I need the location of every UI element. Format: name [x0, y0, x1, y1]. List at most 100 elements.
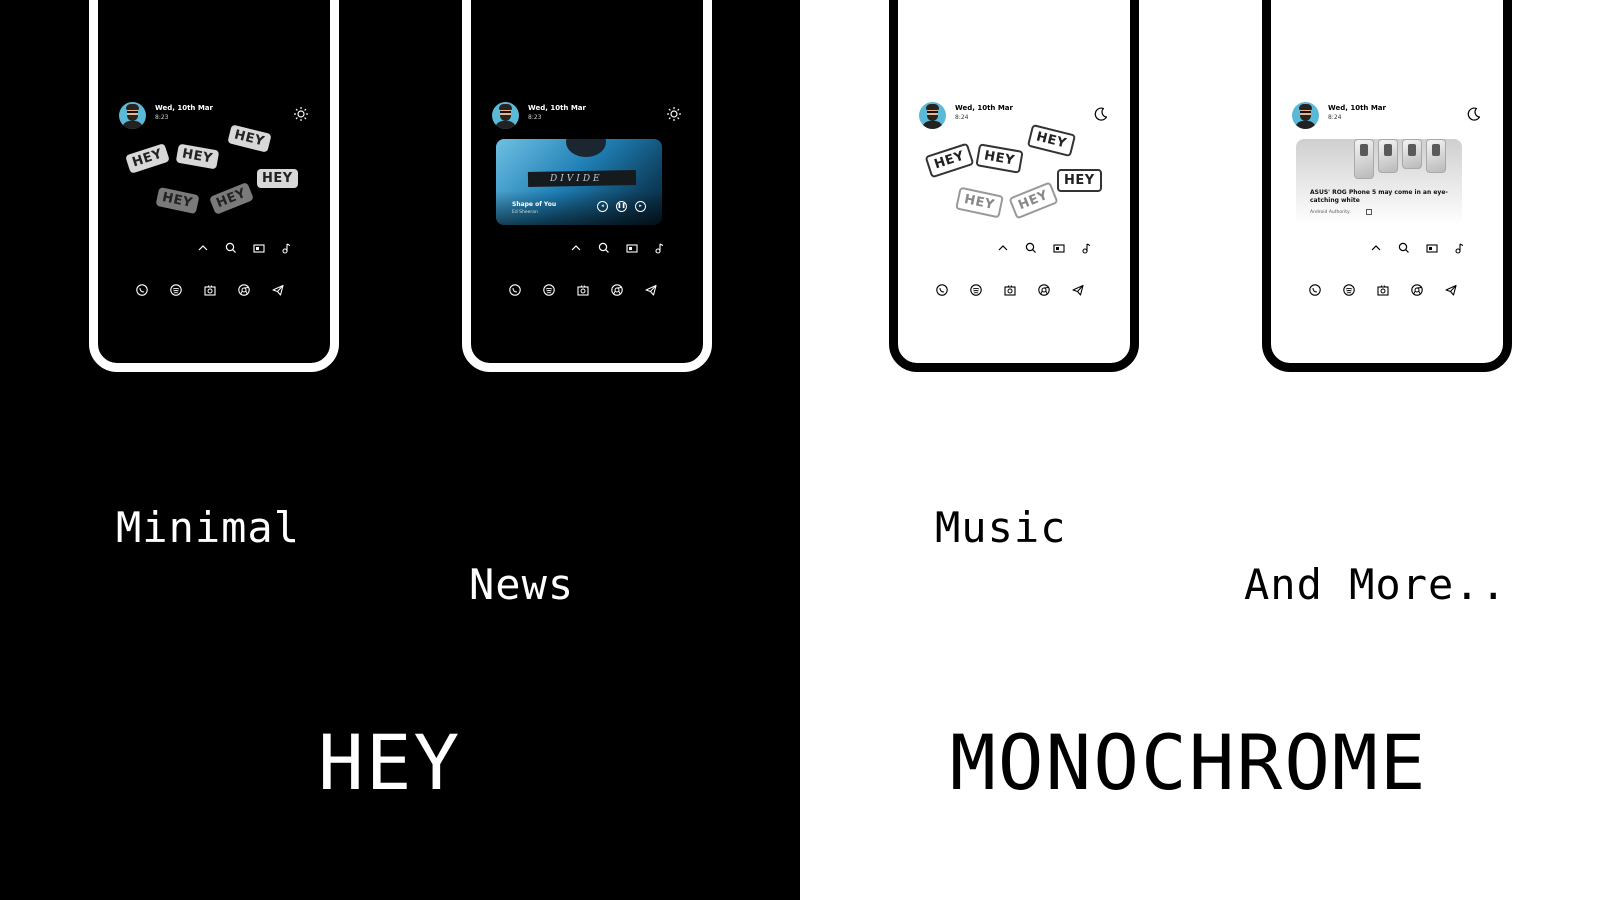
music-note-icon[interactable]	[653, 241, 667, 255]
hey-sticker-widget[interactable]: HEY HEY HEY HEY HEY HEY	[923, 123, 1102, 229]
song-title: Shape of You	[512, 201, 557, 208]
telegram-icon[interactable]	[271, 283, 285, 297]
chrome-icon[interactable]	[237, 283, 251, 297]
chrome-icon[interactable]	[1410, 283, 1424, 297]
label-news: News	[469, 560, 575, 609]
telegram-icon[interactable]	[1071, 283, 1085, 297]
camera-icon[interactable]	[1376, 283, 1390, 297]
hey-sticker: HEY	[1008, 181, 1059, 220]
time-text: 8:23	[528, 114, 542, 121]
card-icon[interactable]	[252, 241, 266, 255]
music-note-icon[interactable]	[1080, 241, 1094, 255]
music-note-icon[interactable]	[1453, 241, 1467, 255]
label-and-more: And More..	[1244, 560, 1507, 609]
hey-sticker: HEY	[125, 143, 170, 174]
label-minimal: Minimal	[116, 503, 301, 552]
chrome-icon[interactable]	[1037, 283, 1051, 297]
previous-icon[interactable]: ◂	[597, 201, 608, 212]
hey-sticker: HEY	[975, 143, 1024, 174]
chevron-up-icon[interactable]	[569, 241, 583, 255]
search-icon[interactable]	[1397, 241, 1411, 255]
whatsapp-icon[interactable]	[508, 283, 522, 297]
dark-panel: Wed, 10th Mar 8:23 HEY HEY HEY HEY HEY H…	[0, 0, 800, 900]
hey-sticker: HEY	[155, 186, 200, 215]
phone-dark-hey: Wed, 10th Mar 8:23 HEY HEY HEY HEY HEY H…	[89, 0, 339, 372]
status-header: Wed, 10th Mar 8:23	[119, 102, 309, 130]
news-image-phone	[1402, 139, 1422, 169]
status-header: Wed, 10th Mar 8:24	[919, 102, 1109, 130]
news-widget[interactable]: ASUS' ROG Phone 5 may come in an eye-cat…	[1296, 139, 1462, 225]
news-image-phone	[1426, 139, 1446, 173]
avatar	[119, 102, 146, 129]
phone-screen: Wed, 10th Mar 8:24 ASUS' ROG Phone 5 may…	[1271, 0, 1503, 363]
phone-dark-music: Wed, 10th Mar 8:23 DIVIDE Shape of You E…	[462, 0, 712, 372]
spotify-icon[interactable]	[1342, 283, 1356, 297]
news-image-phone	[1354, 139, 1374, 179]
phone-light-hey: Wed, 10th Mar 8:24 HEY HEY HEY HEY HEY H…	[889, 0, 1139, 372]
whatsapp-icon[interactable]	[1308, 283, 1322, 297]
hey-sticker: HEY	[257, 169, 298, 188]
hey-sticker-widget[interactable]: HEY HEY HEY HEY HEY HEY	[123, 124, 298, 229]
sun-icon[interactable]	[293, 106, 309, 122]
card-icon[interactable]	[625, 241, 639, 255]
album-title: DIVIDE	[550, 174, 603, 184]
spotify-icon[interactable]	[169, 283, 183, 297]
phone-screen: Wed, 10th Mar 8:23 HEY HEY HEY HEY HEY H…	[98, 0, 330, 363]
title-hey: HEY	[318, 718, 462, 807]
search-icon[interactable]	[224, 241, 238, 255]
chrome-icon[interactable]	[610, 283, 624, 297]
hey-sticker: HEY	[1057, 169, 1102, 192]
whatsapp-icon[interactable]	[935, 283, 949, 297]
sun-icon[interactable]	[666, 106, 682, 122]
date-text: Wed, 10th Mar	[955, 104, 1013, 112]
chevron-up-icon[interactable]	[1369, 241, 1383, 255]
chevron-up-icon[interactable]	[996, 241, 1010, 255]
news-headline[interactable]: ASUS' ROG Phone 5 may come in an eye-cat…	[1310, 189, 1450, 205]
hey-sticker: HEY	[208, 182, 254, 215]
search-icon[interactable]	[597, 241, 611, 255]
status-header: Wed, 10th Mar 8:24	[1292, 102, 1482, 130]
music-player-widget[interactable]: DIVIDE Shape of You Ed Sheeran ◂ ❚❚ ▸	[496, 139, 662, 225]
card-icon[interactable]	[1425, 241, 1439, 255]
spotify-icon[interactable]	[542, 283, 556, 297]
camera-icon[interactable]	[203, 283, 217, 297]
avatar	[1292, 102, 1319, 129]
avatar	[492, 102, 519, 129]
artist-name: Ed Sheeran	[512, 210, 538, 215]
status-header: Wed, 10th Mar 8:23	[492, 102, 682, 130]
card-icon[interactable]	[1052, 241, 1066, 255]
phone-screen: Wed, 10th Mar 8:23 DIVIDE Shape of You E…	[471, 0, 703, 363]
external-link-icon[interactable]	[1366, 209, 1372, 215]
date-text: Wed, 10th Mar	[155, 104, 213, 112]
date-text: Wed, 10th Mar	[1328, 104, 1386, 112]
next-icon[interactable]: ▸	[635, 201, 646, 212]
pause-icon[interactable]: ❚❚	[616, 201, 627, 212]
light-panel: Wed, 10th Mar 8:24 HEY HEY HEY HEY HEY H…	[800, 0, 1600, 900]
title-monochrome: MONOCHROME	[950, 718, 1428, 807]
telegram-icon[interactable]	[1444, 283, 1458, 297]
telegram-icon[interactable]	[644, 283, 658, 297]
moon-icon[interactable]	[1093, 106, 1109, 122]
date-text: Wed, 10th Mar	[528, 104, 586, 112]
phone-light-news: Wed, 10th Mar 8:24 ASUS' ROG Phone 5 may…	[1262, 0, 1512, 372]
time-text: 8:24	[955, 114, 969, 121]
camera-icon[interactable]	[1003, 283, 1017, 297]
avatar	[919, 102, 946, 129]
hey-sticker: HEY	[924, 142, 975, 179]
label-music: Music	[935, 503, 1067, 552]
phone-screen: Wed, 10th Mar 8:24 HEY HEY HEY HEY HEY H…	[898, 0, 1130, 363]
news-image-phone	[1378, 139, 1398, 173]
whatsapp-icon[interactable]	[135, 283, 149, 297]
chevron-up-icon[interactable]	[196, 241, 210, 255]
hey-sticker: HEY	[955, 186, 1004, 219]
hey-sticker: HEY	[175, 143, 220, 170]
time-text: 8:23	[155, 114, 169, 121]
music-note-icon[interactable]	[280, 241, 294, 255]
time-text: 8:24	[1328, 114, 1342, 121]
album-art-shape	[566, 139, 606, 157]
search-icon[interactable]	[1024, 241, 1038, 255]
news-source: Android Authority	[1310, 210, 1350, 215]
camera-icon[interactable]	[576, 283, 590, 297]
spotify-icon[interactable]	[969, 283, 983, 297]
moon-icon[interactable]	[1466, 106, 1482, 122]
